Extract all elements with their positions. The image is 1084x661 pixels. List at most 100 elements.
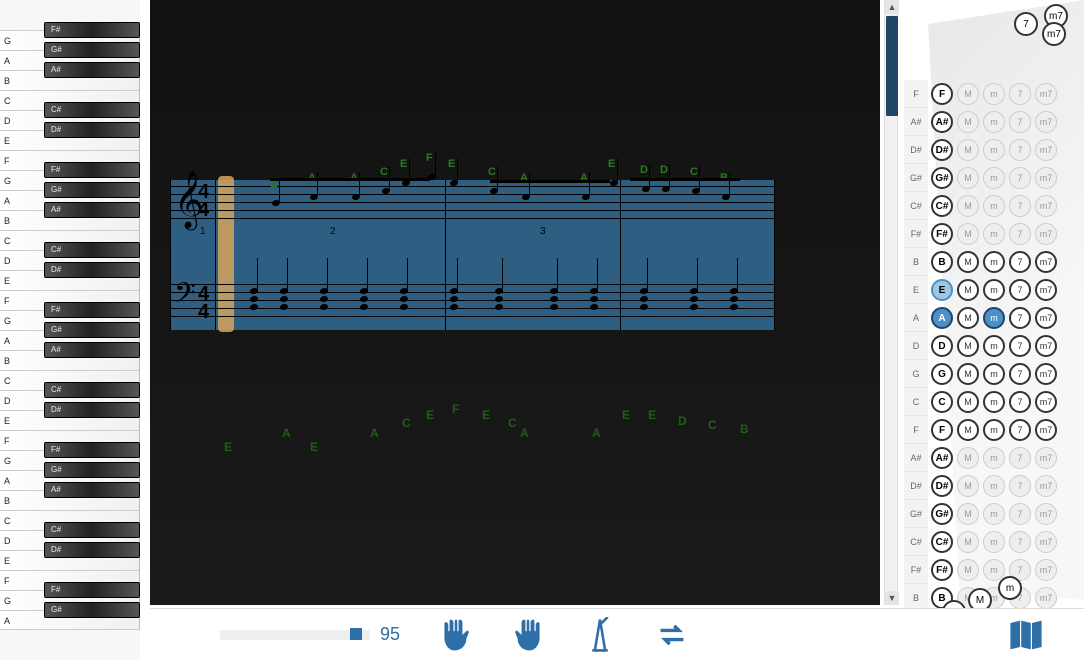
chord-quality-button[interactable]: m — [983, 531, 1005, 553]
piano-black-key[interactable]: G# — [44, 462, 140, 478]
chord-root-button[interactable]: B — [931, 251, 953, 273]
chord-quality-button[interactable]: 7 — [1009, 363, 1031, 385]
chord-quality-button[interactable]: m7 — [1035, 139, 1057, 161]
chord-quality-button[interactable]: M — [957, 447, 979, 469]
chord-quality-button[interactable]: m7 — [1035, 531, 1057, 553]
piano-black-key[interactable]: D# — [44, 402, 140, 418]
piano-black-key[interactable]: D# — [44, 262, 140, 278]
chord-quality-button[interactable]: 7 — [1009, 251, 1031, 273]
chord-quality-button[interactable]: 7 — [1009, 195, 1031, 217]
chord-quality-button[interactable]: m7 — [1035, 167, 1057, 189]
chord-quality-button[interactable]: 7 — [1009, 419, 1031, 441]
chord-quality-button[interactable]: M — [957, 279, 979, 301]
left-hand-icon[interactable] — [440, 617, 472, 653]
chord-quality-button[interactable]: m — [983, 447, 1005, 469]
chord-quality-button[interactable]: m7 — [1035, 475, 1057, 497]
chord-quality-button[interactable]: M — [957, 251, 979, 273]
chord-quality-button[interactable]: m — [983, 167, 1005, 189]
piano-black-key[interactable]: F# — [44, 162, 140, 178]
chord-quality-button[interactable]: M — [957, 559, 979, 581]
chord-root-button[interactable]: G# — [931, 167, 953, 189]
chord-quality-button[interactable]: 7 — [1009, 475, 1031, 497]
chord-float-button[interactable]: m7 — [1042, 22, 1066, 46]
vertical-scrollbar[interactable]: ▲ ▼ — [884, 0, 898, 605]
piano-black-key[interactable]: A# — [44, 202, 140, 218]
piano-black-key[interactable]: G# — [44, 602, 140, 618]
chord-quality-button[interactable]: m7 — [1035, 335, 1057, 357]
piano-black-key[interactable]: G# — [44, 322, 140, 338]
chord-root-button[interactable]: D — [931, 335, 953, 357]
scroll-thumb[interactable] — [886, 16, 898, 116]
chord-quality-button[interactable]: 7 — [1009, 447, 1031, 469]
chord-root-button[interactable]: E — [931, 279, 953, 301]
chord-quality-button[interactable]: m7 — [1035, 83, 1057, 105]
chord-float-button[interactable]: 7 — [1014, 12, 1038, 36]
chord-quality-button[interactable]: m7 — [1035, 419, 1057, 441]
chord-quality-button[interactable]: m7 — [1035, 223, 1057, 245]
scroll-down-icon[interactable]: ▼ — [885, 591, 899, 605]
chord-quality-button[interactable]: m7 — [1035, 279, 1057, 301]
chord-quality-button[interactable]: M — [957, 503, 979, 525]
piano-black-key[interactable]: G# — [44, 42, 140, 58]
chord-quality-button[interactable]: m7 — [1035, 363, 1057, 385]
chord-quality-button[interactable]: 7 — [1009, 335, 1031, 357]
chord-quality-button[interactable]: m — [983, 111, 1005, 133]
chord-quality-button[interactable]: M — [957, 531, 979, 553]
chord-quality-button[interactable]: m7 — [1035, 307, 1057, 329]
chord-root-button[interactable]: F# — [931, 559, 953, 581]
chord-quality-button[interactable]: m7 — [1035, 559, 1057, 581]
chord-quality-button[interactable]: M — [957, 307, 979, 329]
chord-quality-button[interactable]: m — [983, 83, 1005, 105]
chord-quality-button[interactable]: m7 — [1035, 251, 1057, 273]
chord-quality-button[interactable]: 7 — [1009, 307, 1031, 329]
chord-quality-button[interactable]: M — [957, 195, 979, 217]
chord-quality-button[interactable]: M — [957, 167, 979, 189]
chord-quality-button[interactable]: M — [957, 83, 979, 105]
chord-quality-button[interactable]: m7 — [1035, 111, 1057, 133]
piano-black-key[interactable]: A# — [44, 482, 140, 498]
piano-black-key[interactable]: F# — [44, 442, 140, 458]
piano-black-key[interactable]: F# — [44, 582, 140, 598]
chord-quality-button[interactable]: m — [983, 195, 1005, 217]
chord-quality-button[interactable]: M — [957, 111, 979, 133]
piano-black-key[interactable]: F# — [44, 302, 140, 318]
chord-quality-button[interactable]: m — [983, 335, 1005, 357]
chord-root-button[interactable]: G# — [931, 503, 953, 525]
chord-quality-button[interactable]: 7 — [1009, 223, 1031, 245]
chord-quality-button[interactable]: m — [983, 503, 1005, 525]
right-hand-icon[interactable] — [512, 617, 544, 653]
chord-quality-button[interactable]: M — [957, 419, 979, 441]
chord-quality-button[interactable]: M — [957, 139, 979, 161]
chord-quality-button[interactable]: m7 — [1035, 503, 1057, 525]
chord-quality-button[interactable]: 7 — [1009, 279, 1031, 301]
piano-black-key[interactable]: C# — [44, 382, 140, 398]
piano-black-key[interactable]: G# — [44, 182, 140, 198]
chord-quality-button[interactable]: m — [983, 475, 1005, 497]
chord-root-button[interactable]: C# — [931, 531, 953, 553]
chord-root-button[interactable]: C — [931, 391, 953, 413]
chord-quality-button[interactable]: 7 — [1009, 391, 1031, 413]
chord-quality-button[interactable]: M — [957, 391, 979, 413]
chord-quality-button[interactable]: 7 — [1009, 139, 1031, 161]
chord-quality-button[interactable]: m — [983, 307, 1005, 329]
piano-black-key[interactable]: C# — [44, 522, 140, 538]
chord-quality-button[interactable]: m7 — [1035, 195, 1057, 217]
piano-black-key[interactable]: C# — [44, 102, 140, 118]
chord-quality-button[interactable]: m — [983, 139, 1005, 161]
chord-float-button[interactable]: m — [998, 576, 1022, 600]
chord-root-button[interactable]: A# — [931, 111, 953, 133]
tempo-slider[interactable] — [220, 630, 370, 640]
piano-black-key[interactable]: A# — [44, 342, 140, 358]
chord-root-button[interactable]: F — [931, 419, 953, 441]
chord-quality-button[interactable]: M — [957, 363, 979, 385]
chord-root-button[interactable]: D# — [931, 139, 953, 161]
piano-black-key[interactable]: D# — [44, 542, 140, 558]
piano-black-key[interactable]: C# — [44, 242, 140, 258]
chord-quality-button[interactable]: m7 — [1035, 391, 1057, 413]
chord-root-button[interactable]: F — [931, 83, 953, 105]
scroll-up-icon[interactable]: ▲ — [885, 0, 899, 14]
chord-quality-button[interactable]: m — [983, 391, 1005, 413]
chord-root-button[interactable]: F# — [931, 223, 953, 245]
chord-root-button[interactable]: D# — [931, 475, 953, 497]
chord-quality-button[interactable]: m — [983, 419, 1005, 441]
